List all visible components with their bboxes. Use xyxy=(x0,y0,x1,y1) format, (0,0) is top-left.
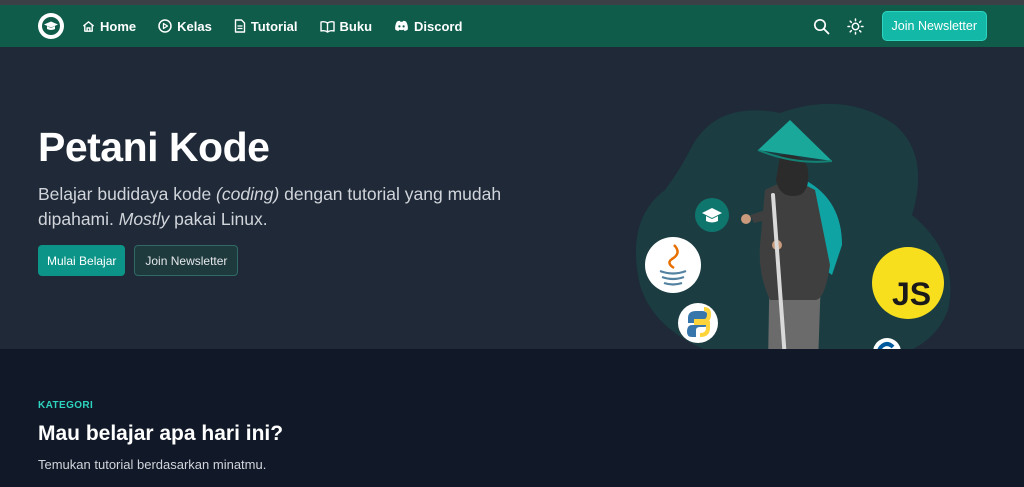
hero-description: Belajar budidaya kode (coding) dengan tu… xyxy=(38,182,518,232)
graduation-cap-badge xyxy=(695,198,729,232)
hand-left xyxy=(741,214,751,224)
hero-desc-text-3: pakai Linux. xyxy=(169,209,268,229)
js-badge-label: JS xyxy=(892,276,931,312)
join-newsletter-hero-button[interactable]: Join Newsletter xyxy=(134,245,239,276)
navbar: Home Kelas Tutorial Buku Discord Join Ne… xyxy=(0,5,1024,47)
nav-discord-label: Discord xyxy=(414,18,463,34)
nav-links: Home Kelas Tutorial Buku Discord xyxy=(82,5,462,47)
sun-icon xyxy=(847,17,864,35)
nav-buku[interactable]: Buku xyxy=(319,18,373,34)
category-label: KATEGORI xyxy=(38,400,94,411)
hero-title: Petani Kode xyxy=(38,124,270,170)
javascript-badge: JS xyxy=(872,247,944,319)
nav-tutorial[interactable]: Tutorial xyxy=(234,19,298,34)
nav-kelas[interactable]: Kelas xyxy=(158,19,212,34)
nav-discord[interactable]: Discord xyxy=(394,19,462,34)
theme-toggle-button[interactable] xyxy=(844,14,868,38)
search-button[interactable] xyxy=(810,14,834,38)
book-icon xyxy=(319,20,335,33)
graduation-cap-logo-icon xyxy=(42,17,60,35)
nav-buku-label: Buku xyxy=(339,18,373,34)
nav-tutorial-label: Tutorial xyxy=(250,18,298,34)
nav-kelas-label: Kelas xyxy=(177,18,212,34)
discord-icon xyxy=(395,20,408,31)
nav-home-label: Home xyxy=(100,18,137,34)
category-title: Mau belajar apa hari ini? xyxy=(38,422,284,445)
hero-desc-italic-1: (coding) xyxy=(216,184,280,204)
start-learning-button[interactable]: Mulai Belajar xyxy=(38,245,126,276)
hero-desc-text-1: Belajar budidaya kode xyxy=(38,184,217,204)
python-badge xyxy=(678,303,718,343)
category-section: KATEGORI Mau belajar apa hari ini? Temuk… xyxy=(0,349,1024,487)
home-icon xyxy=(82,20,95,32)
hero-desc-italic-2: Mostly xyxy=(118,209,170,229)
search-icon xyxy=(813,18,830,34)
document-icon xyxy=(234,19,246,33)
join-newsletter-nav-button[interactable]: Join Newsletter xyxy=(881,11,987,41)
nav-actions: Join Newsletter xyxy=(810,5,987,47)
play-circle-icon xyxy=(158,19,172,33)
java-badge xyxy=(645,237,701,293)
site-logo[interactable] xyxy=(38,13,64,39)
nav-home[interactable]: Home xyxy=(82,19,136,34)
hero-buttons: Mulai Belajar Join Newsletter xyxy=(38,245,239,276)
category-subtitle: Temukan tutorial berdasarkan minatmu. xyxy=(38,457,267,472)
